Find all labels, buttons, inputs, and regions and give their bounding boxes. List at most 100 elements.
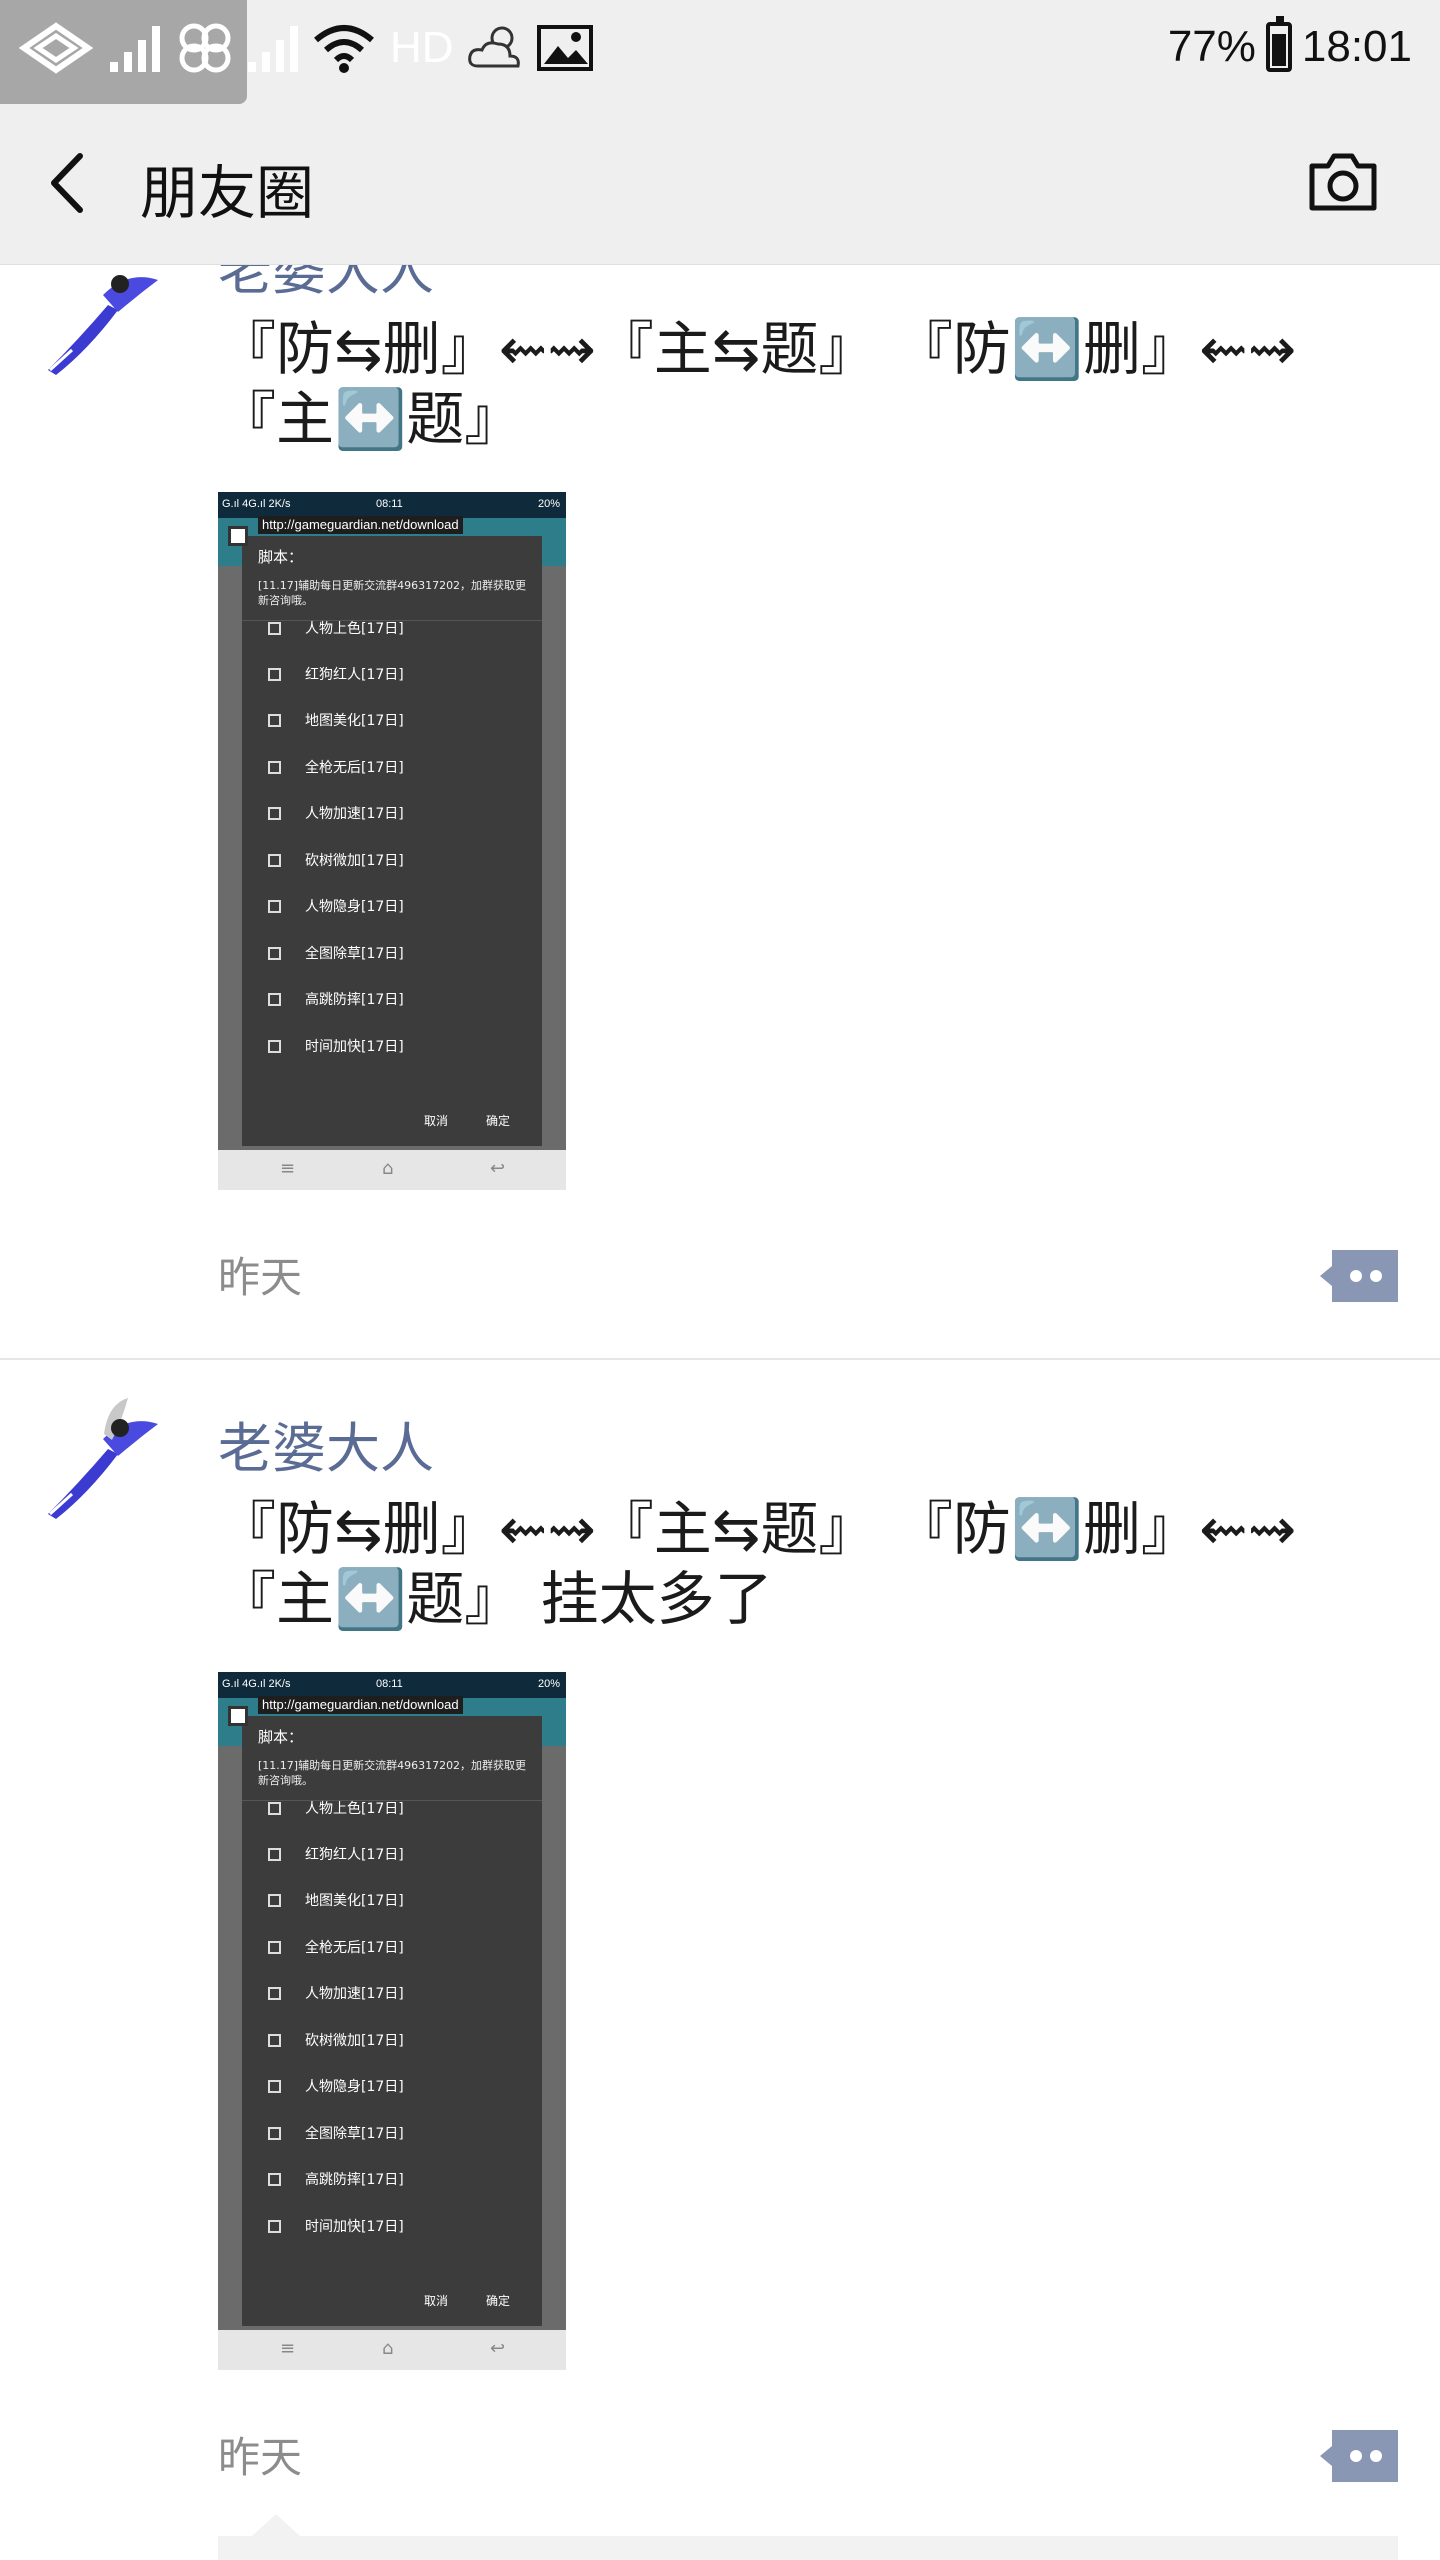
inner-status-bar: G.ıl 4G.ıl 2K/s 08:11 20% (218, 492, 566, 518)
inner-option: 人物加速[17日] (268, 803, 404, 823)
inner-option-label: 人物加速[17日] (305, 806, 404, 822)
inner-back-icon: ↩ (490, 2338, 506, 2359)
post-time: 昨天 (218, 2433, 303, 2482)
inner-option-label: 全图除草[17日] (305, 946, 404, 962)
inner-checkbox-icon (268, 2033, 281, 2047)
inner-status-left: G.ıl 4G.ıl 2K/s (222, 498, 291, 510)
inner-checkbox-icon (268, 621, 281, 635)
inner-checkbox-icon (268, 713, 281, 727)
comment-box (218, 2536, 1398, 2560)
inner-ok: 确定 (486, 1114, 511, 1128)
inner-option-label: 人物隐身[17日] (305, 899, 404, 915)
inner-dialog-title: 脚本： (258, 548, 304, 566)
carrier-logo-icon (18, 22, 94, 74)
inner-option-label: 高跳防摔[17日] (305, 2172, 404, 2188)
inner-option: 时间加快[17日] (268, 2216, 404, 2236)
gallery-image-icon (536, 25, 593, 71)
inner-menu-icon: ≡ (280, 1158, 296, 1179)
inner-cancel: 取消 (424, 1114, 449, 1128)
inner-dialog-note: [11.17]辅助每日更新交流群496317202，加群获取更新咨询哦。 (258, 1759, 527, 1787)
inner-dialog-title: 脚本： (258, 1728, 304, 1746)
status-icons: HD (14, 18, 594, 78)
inner-option-label: 全图除草[17日] (305, 2126, 404, 2142)
inner-option-label: 砍树微加[17日] (305, 2033, 404, 2049)
signal-1-icon (110, 26, 160, 72)
status-bar: HD 77% 18:01 (0, 0, 1440, 104)
post-text: 『防⇆删』⇜⇝『主⇆题』 『防↔️删』⇜⇝『主↔️题』 挂太多了 (218, 1495, 1297, 1633)
inner-ok: 确定 (486, 2294, 511, 2308)
inner-status-battery: 20% (537, 498, 560, 510)
back-arrow-icon[interactable] (40, 150, 100, 216)
inner-back-icon: ↩ (490, 1158, 506, 1179)
page-title: 朋友圈 (140, 159, 315, 227)
inner-status-left: G.ıl 4G.ıl 2K/s (222, 1678, 291, 1690)
inner-option: 时间加快[17日] (268, 1036, 404, 1056)
inner-option-label: 时间加快[17日] (305, 2219, 404, 2235)
inner-option-label: 高跳防摔[17日] (305, 992, 404, 1008)
inner-home-icon: ⌂ (382, 1158, 394, 1179)
inner-option: 人物上色[17日] (268, 1798, 404, 1818)
inner-option: 红狗红人[17日] (268, 664, 404, 684)
post-text: 『防⇆删』⇜⇝『主⇆题』 『防↔️删』⇜⇝『主↔️题』 (218, 315, 1297, 453)
inner-option: 人物加速[17日] (268, 1983, 404, 2003)
post-image[interactable]: G.ıl 4G.ıl 2K/s 08:11 20% http://gamegua… (218, 1672, 566, 2370)
comment-more-icon[interactable] (1320, 1250, 1398, 1302)
carrier-2-logo-icon (179, 23, 231, 73)
inner-checkbox-icon (268, 1847, 281, 1861)
inner-option: 全图除草[17日] (268, 2123, 404, 2143)
inner-checkbox-icon (268, 1940, 281, 1954)
inner-option: 高跳防摔[17日] (268, 2169, 404, 2189)
inner-status-bar: G.ıl 4G.ıl 2K/s 08:11 20% (218, 1672, 566, 1698)
inner-nav-bar: ≡ ⌂ ↩ (218, 1150, 566, 1190)
wifi-icon (314, 25, 374, 73)
inner-url: http://gameguardian.net/download (258, 516, 463, 534)
post-divider (0, 1358, 1440, 1360)
inner-checkbox-icon (268, 760, 281, 774)
inner-checkbox-icon (268, 853, 281, 867)
inner-checkbox-icon (268, 899, 281, 913)
inner-option-label: 人物上色[17日] (305, 621, 404, 637)
inner-status-battery: 20% (537, 1678, 560, 1690)
battery-percent: 77% (1167, 22, 1256, 71)
inner-option-label: 全枪无后[17日] (305, 760, 404, 776)
inner-checkbox-icon (268, 1986, 281, 2000)
comment-more-icon[interactable] (1320, 2430, 1398, 2482)
inner-option: 红狗红人[17日] (268, 1844, 404, 1864)
post-author[interactable]: 老婆大人 (218, 1404, 434, 1483)
battery-icon (1265, 16, 1292, 72)
post-time: 昨天 (218, 1253, 303, 1302)
clock: 18:01 (1301, 22, 1412, 71)
inner-checkbox-icon (268, 1039, 281, 1053)
inner-checkbox-icon (268, 667, 281, 681)
inner-option-label: 地图美化[17日] (305, 1893, 404, 1909)
inner-option-label: 人物隐身[17日] (305, 2079, 404, 2095)
inner-option-label: 红狗红人[17日] (305, 1847, 404, 1863)
signal-2-icon (248, 26, 298, 72)
status-right: 77% 18:01 (1167, 16, 1412, 72)
inner-check-box (228, 1706, 248, 1726)
avatar[interactable] (38, 1394, 168, 1524)
inner-option: 砍树微加[17日] (268, 2030, 404, 2050)
inner-option: 人物隐身[17日] (268, 2076, 404, 2096)
post-image[interactable]: G.ıl 4G.ıl 2K/s 08:11 20% http://gamegua… (218, 492, 566, 1190)
inner-checkbox-icon (268, 992, 281, 1006)
inner-option: 全枪无后[17日] (268, 757, 404, 777)
inner-option: 地图美化[17日] (268, 710, 404, 730)
inner-option: 全图除草[17日] (268, 943, 404, 963)
inner-check-box (228, 526, 248, 546)
inner-option: 高跳防摔[17日] (268, 989, 404, 1009)
inner-nav-bar: ≡ ⌂ ↩ (218, 2330, 566, 2370)
camera-icon[interactable] (1306, 148, 1380, 214)
inner-checkbox-icon (268, 1893, 281, 1907)
inner-status-time: 08:11 (376, 1678, 403, 1690)
inner-option-label: 砍树微加[17日] (305, 853, 404, 869)
inner-option-label: 人物加速[17日] (305, 1986, 404, 2002)
inner-option: 人物上色[17日] (268, 618, 404, 638)
inner-option-label: 时间加快[17日] (305, 1039, 404, 1055)
avatar[interactable] (38, 250, 168, 380)
nav-bar: 朋友圈 (0, 100, 1440, 265)
hd-indicator: HD (390, 23, 454, 72)
inner-checkbox-icon (268, 2126, 281, 2140)
inner-checkbox-icon (268, 2172, 281, 2186)
inner-checkbox-icon (268, 2219, 281, 2233)
